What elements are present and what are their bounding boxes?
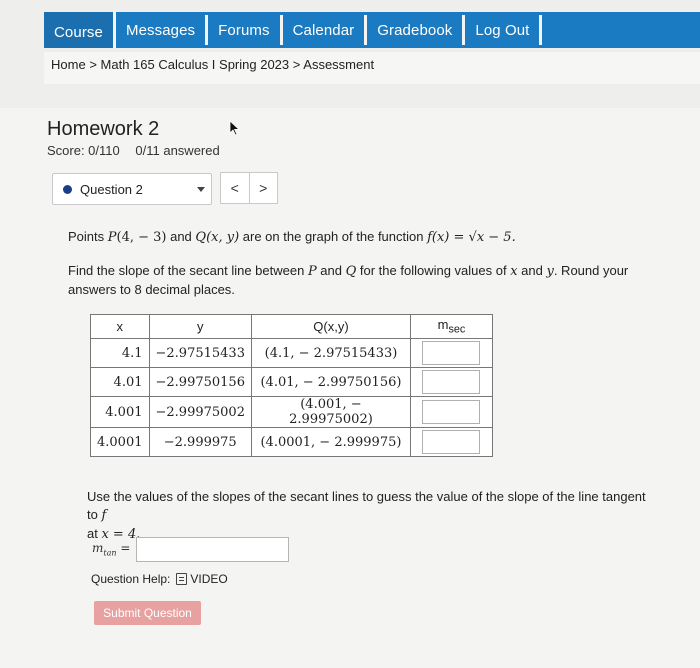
chevron-down-icon <box>197 187 205 192</box>
cell-y: −2.999975 <box>148 427 252 457</box>
score-value: Score: 0/110 <box>47 143 120 158</box>
instr-x: x <box>510 264 518 279</box>
instr-y: y <box>546 264 554 279</box>
instr-q: Q <box>345 264 357 279</box>
tangent-instructions: Use the values of the slopes of the seca… <box>87 488 647 544</box>
breadcrumb-home[interactable]: Home <box>51 57 86 72</box>
problem-text-part: and <box>166 229 196 244</box>
cell-x: 4.0001 <box>90 427 150 457</box>
video-help-link[interactable]: VIDEO <box>176 572 228 586</box>
msec-input[interactable] <box>422 341 481 365</box>
point-q: Q <box>195 230 207 245</box>
score-line: Score: 0/110 0/11 answered <box>47 143 220 158</box>
point-p-coords: (4, − 3) <box>116 230 167 245</box>
cell-msec <box>409 427 493 457</box>
nav-tab-messages[interactable]: Messages <box>116 15 209 45</box>
point-p: P <box>107 230 117 245</box>
msec-input[interactable] <box>422 430 481 454</box>
question-nav-buttons: < > <box>220 172 278 204</box>
cell-y: −2.99750156 <box>148 367 252 397</box>
cell-msec <box>409 396 493 428</box>
msec-input[interactable] <box>422 370 481 394</box>
instr-text-part: and <box>316 263 346 278</box>
question-select[interactable]: Question 2 <box>52 173 212 205</box>
nav-tab-calendar[interactable]: Calendar <box>283 15 368 45</box>
question-status-dot <box>63 184 72 194</box>
question-select-label: Question 2 <box>80 181 143 197</box>
point-q-coords: (x, y) <box>206 230 240 245</box>
cell-y: −2.99975002 <box>148 396 252 428</box>
cell-q: (4.001, − 2.99975002) <box>250 396 411 428</box>
msec-input[interactable] <box>422 400 481 424</box>
msec-m: m <box>437 317 449 333</box>
tangent-at: x = 4. <box>101 527 141 542</box>
instr-text-part: Find the slope of the secant line betwee… <box>68 263 308 278</box>
column-header-x: x <box>90 314 150 339</box>
mtan-sub: tan <box>103 548 117 558</box>
submit-question-button[interactable]: Submit Question <box>94 601 201 625</box>
nav-tab-gradebook[interactable]: Gradebook <box>367 15 466 45</box>
cell-x: 4.1 <box>90 338 150 368</box>
document-icon <box>176 573 188 585</box>
tangent-text-part: at <box>87 526 102 541</box>
previous-question-button[interactable]: < <box>221 173 249 203</box>
mtan-m: m <box>92 541 104 555</box>
function-definition: f(x) = √x − 5. <box>427 230 516 245</box>
cell-q: (4.1, − 2.97515433) <box>250 338 411 368</box>
mtan-eq: = <box>116 541 131 555</box>
instr-text-part: and <box>517 263 547 278</box>
page-title: Homework 2 <box>47 118 160 140</box>
answered-count: 0/11 answered <box>135 143 220 158</box>
table-header-row: x y Q(x,y) msec <box>90 314 493 339</box>
breadcrumb-separator: > <box>89 57 97 72</box>
problem-text-part: Points <box>68 229 108 244</box>
mtan-label: mtan = <box>92 541 130 557</box>
tangent-text-part: Use the values of the slopes of the seca… <box>87 489 646 522</box>
question-help-label: Question Help: <box>91 572 171 586</box>
table-row: 4.01 −2.99750156 (4.01, − 2.99750156) <box>90 367 493 397</box>
top-nav-bar: Course Messages Forums Calendar Gradeboo… <box>44 12 700 48</box>
next-question-button[interactable]: > <box>248 173 278 203</box>
cell-x: 4.01 <box>90 367 150 397</box>
table-row: 4.001 −2.99975002 (4.001, − 2.99975002) <box>90 396 493 428</box>
breadcrumb-current: Assessment <box>303 57 375 72</box>
nav-tab-logout[interactable]: Log Out <box>465 15 543 45</box>
problem-text-part: are on the graph of the function <box>239 229 428 244</box>
problem-statement: Points P(4, − 3) and Q(x, y) are on the … <box>68 228 668 247</box>
column-header-q: Q(x,y) <box>250 314 411 339</box>
mtan-input[interactable] <box>136 537 289 562</box>
breadcrumb: Home > Math 165 Calculus I Spring 2023 >… <box>44 52 700 84</box>
nav-tab-course[interactable]: Course <box>44 12 116 48</box>
cell-y: −2.97515433 <box>148 338 252 368</box>
nav-tab-forums[interactable]: Forums <box>208 15 283 45</box>
secant-table: x y Q(x,y) msec 4.1 −2.97515433 (4.1, − … <box>90 314 493 457</box>
table-row: 4.1 −2.97515433 (4.1, − 2.97515433) <box>90 338 493 368</box>
cell-x: 4.001 <box>90 396 150 428</box>
video-label: VIDEO <box>190 572 228 586</box>
breadcrumb-course[interactable]: Math 165 Calculus I Spring 2023 <box>101 57 290 72</box>
column-header-msec: msec <box>409 314 493 339</box>
table-row: 4.0001 −2.999975 (4.0001, − 2.999975) <box>90 427 493 457</box>
instr-text-part: for the following values of <box>356 263 511 278</box>
problem-instructions: Find the slope of the secant line betwee… <box>68 262 638 299</box>
breadcrumb-separator: > <box>292 57 301 72</box>
mouse-pointer-icon <box>229 120 241 136</box>
cell-q: (4.01, − 2.99750156) <box>250 367 411 397</box>
cell-q: (4.0001, − 2.999975) <box>250 427 411 457</box>
column-header-y: y <box>148 314 252 339</box>
cell-msec <box>409 367 493 397</box>
tangent-f: f <box>101 508 107 523</box>
instr-p: P <box>307 264 317 279</box>
question-help: Question Help: VIDEO <box>91 572 228 586</box>
msec-sub: sec <box>448 323 466 336</box>
cell-msec <box>409 338 493 368</box>
